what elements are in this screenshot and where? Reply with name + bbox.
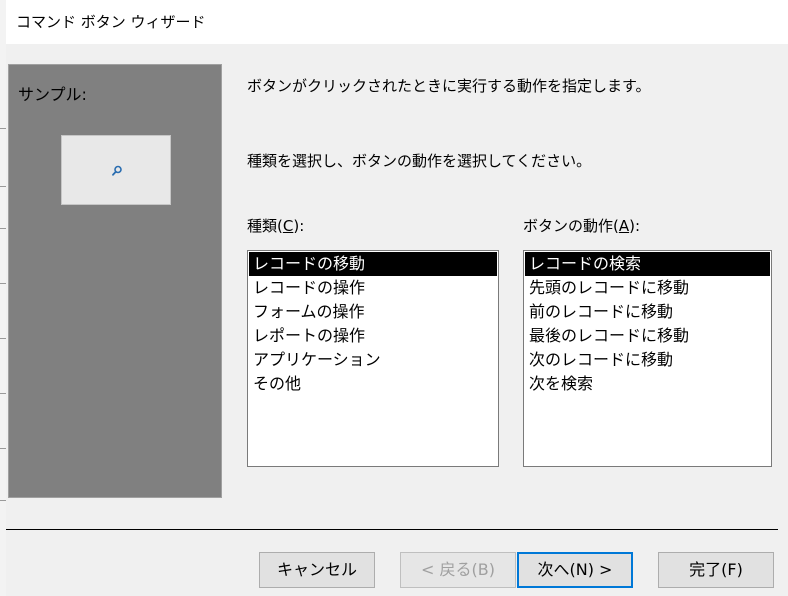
list-item[interactable]: 最後のレコードに移動 bbox=[525, 324, 770, 348]
actions-listbox[interactable]: レコードの検索 先頭のレコードに移動 前のレコードに移動 最後のレコードに移動 … bbox=[523, 250, 772, 467]
window-title: コマンド ボタン ウィザード bbox=[16, 13, 206, 31]
list-item[interactable]: フォームの操作 bbox=[249, 300, 497, 324]
list-item[interactable]: レコードの移動 bbox=[249, 252, 497, 276]
sample-label: サンプル: bbox=[18, 85, 87, 104]
back-button[interactable]: < 戻る(B) bbox=[400, 552, 516, 588]
title-bar[interactable]: コマンド ボタン ウィザード bbox=[6, 0, 788, 44]
instruction-line-2: 種類を選択し、ボタンの動作を選択してください。 bbox=[247, 152, 592, 170]
categories-label: 種類(C): bbox=[247, 215, 304, 236]
categories-label-accesskey: C bbox=[282, 217, 294, 235]
list-item[interactable]: 次のレコードに移動 bbox=[525, 348, 770, 372]
actions-label: ボタンの動作(A): bbox=[523, 215, 640, 236]
list-item[interactable]: アプリケーション bbox=[249, 348, 497, 372]
categories-listbox[interactable]: レコードの移動 レコードの操作 フォームの操作 レポートの操作 アプリケーション… bbox=[247, 250, 499, 467]
list-item[interactable]: 次を検索 bbox=[525, 372, 770, 396]
sample-button-preview bbox=[61, 135, 171, 205]
list-item[interactable]: レコードの操作 bbox=[249, 276, 497, 300]
list-item[interactable]: レコードの検索 bbox=[525, 252, 770, 276]
button-separator bbox=[6, 529, 778, 530]
categories-label-prefix: 種類( bbox=[247, 217, 283, 235]
cancel-button[interactable]: キャンセル bbox=[259, 552, 375, 588]
categories-label-suffix: ): bbox=[293, 217, 305, 235]
command-button-wizard-dialog: コマンド ボタン ウィザード サンプル: ボタンがクリックされたときに実行する動… bbox=[6, 0, 788, 596]
list-item[interactable]: レポートの操作 bbox=[249, 324, 497, 348]
instruction-line-1: ボタンがクリックされたときに実行する動作を指定します。 bbox=[247, 77, 651, 95]
list-item[interactable]: 先頭のレコードに移動 bbox=[525, 276, 770, 300]
list-item[interactable]: その他 bbox=[249, 372, 497, 396]
list-item[interactable]: 前のレコードに移動 bbox=[525, 300, 770, 324]
actions-label-prefix: ボタンの動作( bbox=[523, 217, 619, 235]
actions-label-accesskey: A bbox=[618, 217, 630, 235]
search-icon bbox=[112, 165, 122, 176]
sample-panel: サンプル: bbox=[8, 64, 222, 498]
next-button[interactable]: 次へ(N) > bbox=[517, 552, 633, 588]
finish-button[interactable]: 完了(F) bbox=[658, 552, 774, 588]
actions-label-suffix: ): bbox=[629, 217, 641, 235]
